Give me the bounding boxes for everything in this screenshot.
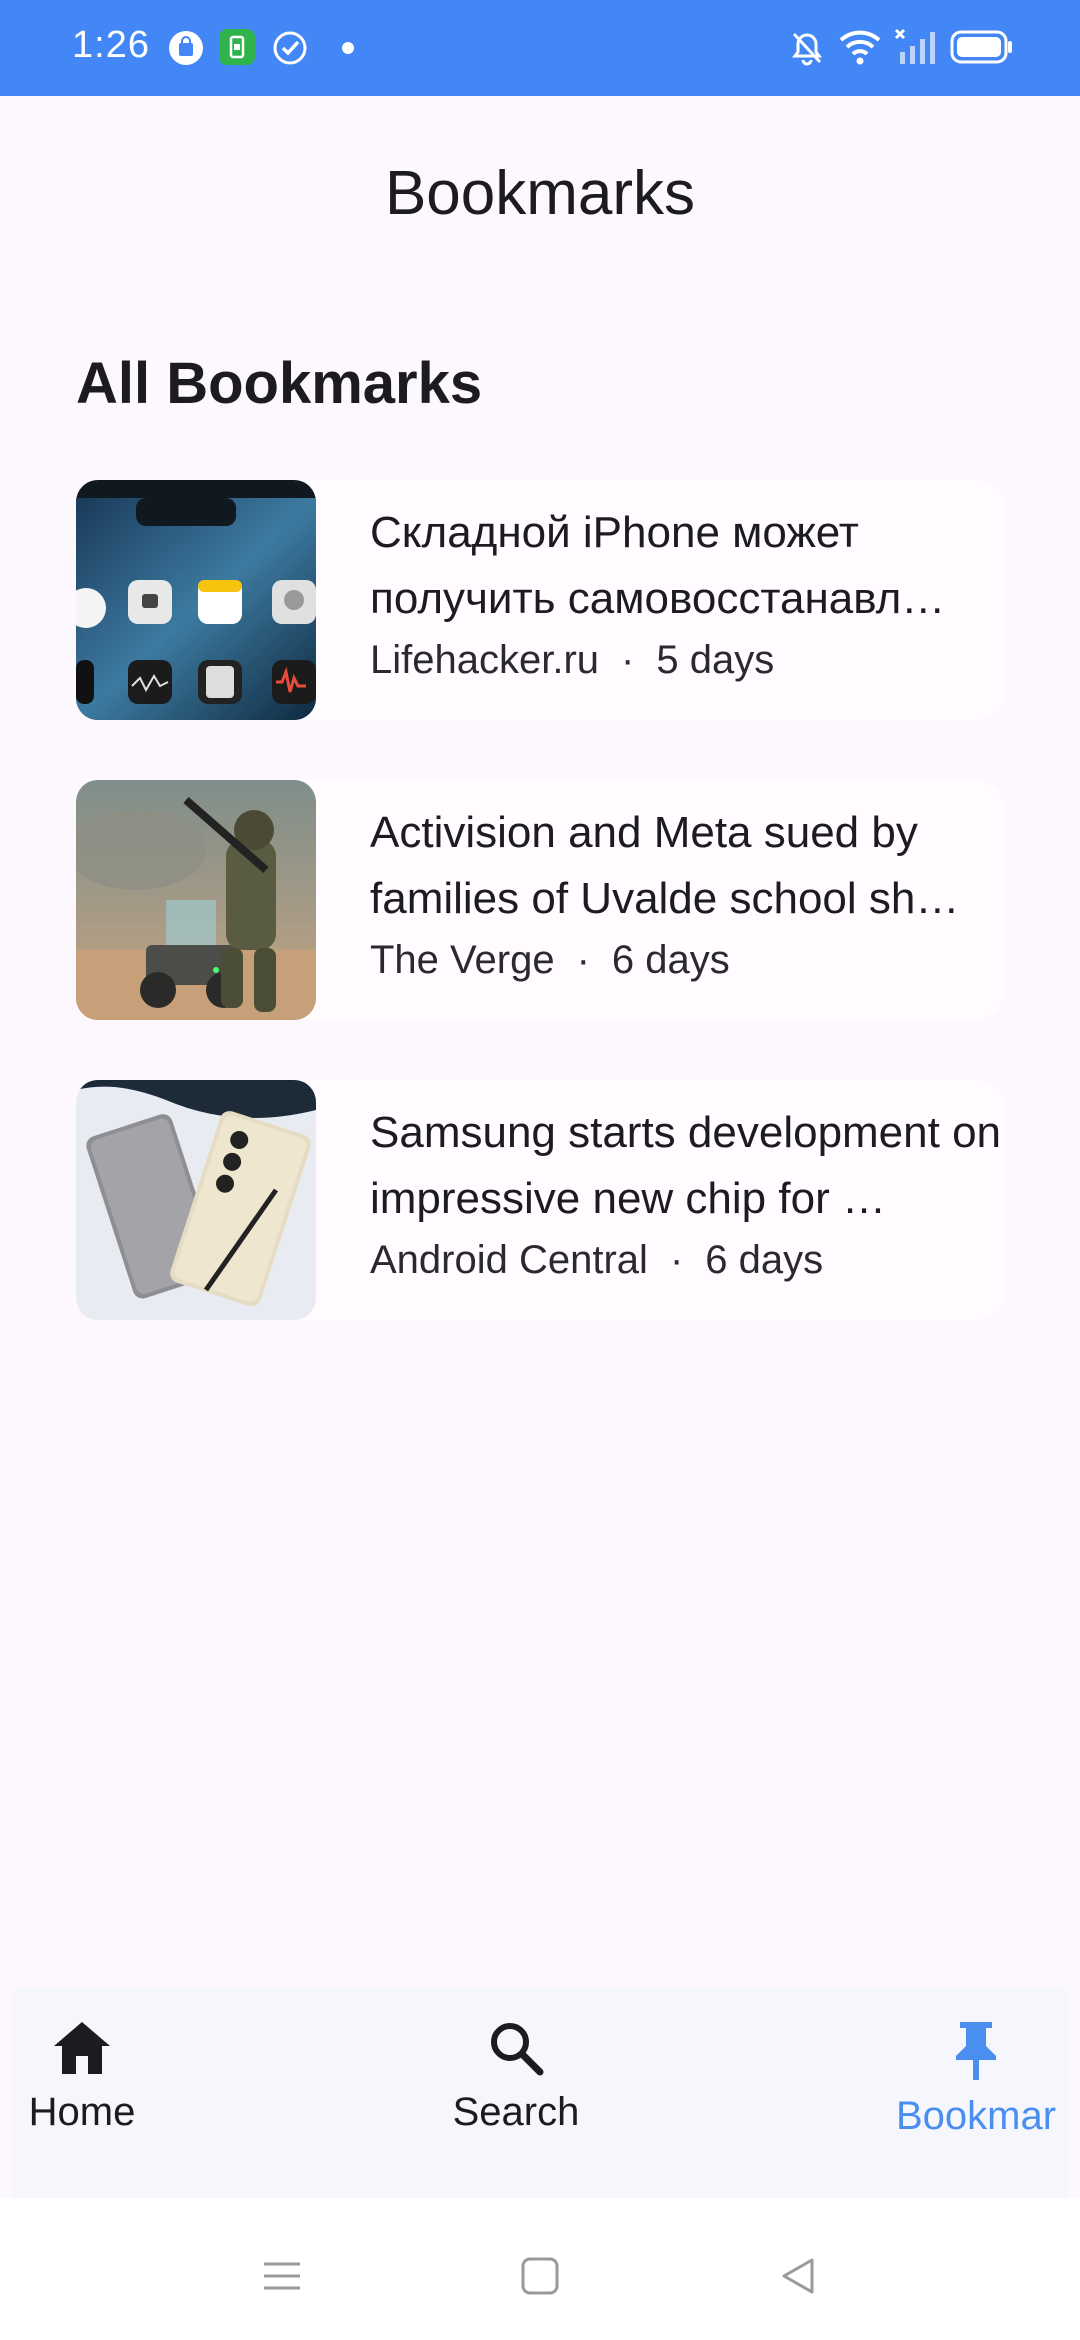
sim-app-icon — [219, 29, 255, 65]
bookmark-meta: Android Central · 6 days — [370, 1238, 1004, 1283]
dot-icon — [342, 42, 354, 54]
bookmark-card[interactable]: Складной iPhone может получить самовосст… — [76, 480, 1004, 720]
nav-search[interactable]: Search — [432, 2018, 600, 2178]
bell-off-icon — [792, 32, 822, 66]
meta-separator: · — [621, 638, 635, 682]
pin-icon — [956, 2022, 996, 2080]
bookmark-source: The Verge — [370, 938, 555, 982]
nav-bookmarks-label: Bookmar — [895, 2094, 1057, 2138]
bookmark-age: 6 days — [611, 938, 730, 982]
meta-separator: · — [576, 938, 590, 982]
bookmark-title: Samsung starts development on impressive… — [370, 1108, 1002, 1223]
bookmark-title: Activision and Meta sued by families of … — [370, 808, 960, 923]
soldier-game-image — [76, 780, 316, 1020]
nav-home-label: Home — [28, 2090, 136, 2134]
shopping-bag-icon — [169, 31, 203, 65]
bookmark-body: Samsung starts development on impressive… — [316, 1080, 1004, 1320]
battery-icon — [950, 30, 1012, 64]
bookmark-list: Складной iPhone может получить самовосст… — [76, 480, 1004, 1380]
page-title: Bookmarks — [384, 159, 696, 228]
home-icon — [54, 2022, 110, 2074]
bookmark-age: 5 days — [656, 638, 775, 682]
bookmark-source: Android Central — [370, 1238, 648, 1282]
home-square-icon[interactable] — [520, 2256, 560, 2296]
signal-off-icon — [894, 28, 935, 64]
wifi-icon — [839, 30, 881, 65]
nav-home[interactable]: Home — [12, 2018, 152, 2178]
menu-icon[interactable] — [262, 2256, 302, 2296]
status-bar: 1:26 — [0, 0, 1080, 96]
section-title: All Bookmarks — [76, 351, 483, 416]
meta-separator: · — [669, 1238, 684, 1282]
check-circle-icon — [273, 31, 307, 65]
bookmark-meta: Lifehacker.ru · 5 days — [370, 638, 1004, 683]
bookmark-body: Activision and Meta sued by families of … — [316, 780, 1004, 1020]
iphone-homescreen-image — [76, 480, 316, 720]
system-navigation-bar — [0, 2198, 1080, 2340]
bookmark-age: 6 days — [705, 1238, 824, 1282]
bookmark-meta: The Verge · 6 days — [370, 938, 1004, 983]
search-icon — [491, 2023, 544, 2076]
bookmark-title: Складной iPhone может получить самовосст… — [370, 508, 946, 623]
nav-bookmarks[interactable]: Bookmar — [884, 2018, 1068, 2178]
bottom-navigation: Home Search Bookmar — [12, 1988, 1068, 2198]
bookmark-body: Складной iPhone может получить самовосст… — [316, 480, 1004, 720]
bookmark-card[interactable]: Activision and Meta sued by families of … — [76, 780, 1004, 1020]
nav-search-label: Search — [452, 2090, 580, 2134]
bookmark-source: Lifehacker.ru — [370, 638, 600, 682]
bookmark-card[interactable]: Samsung starts development on impressive… — [76, 1080, 1004, 1320]
samsung-phones-image — [76, 1080, 316, 1320]
back-triangle-icon[interactable] — [778, 2256, 818, 2296]
status-time: 1:26 — [72, 24, 150, 66]
